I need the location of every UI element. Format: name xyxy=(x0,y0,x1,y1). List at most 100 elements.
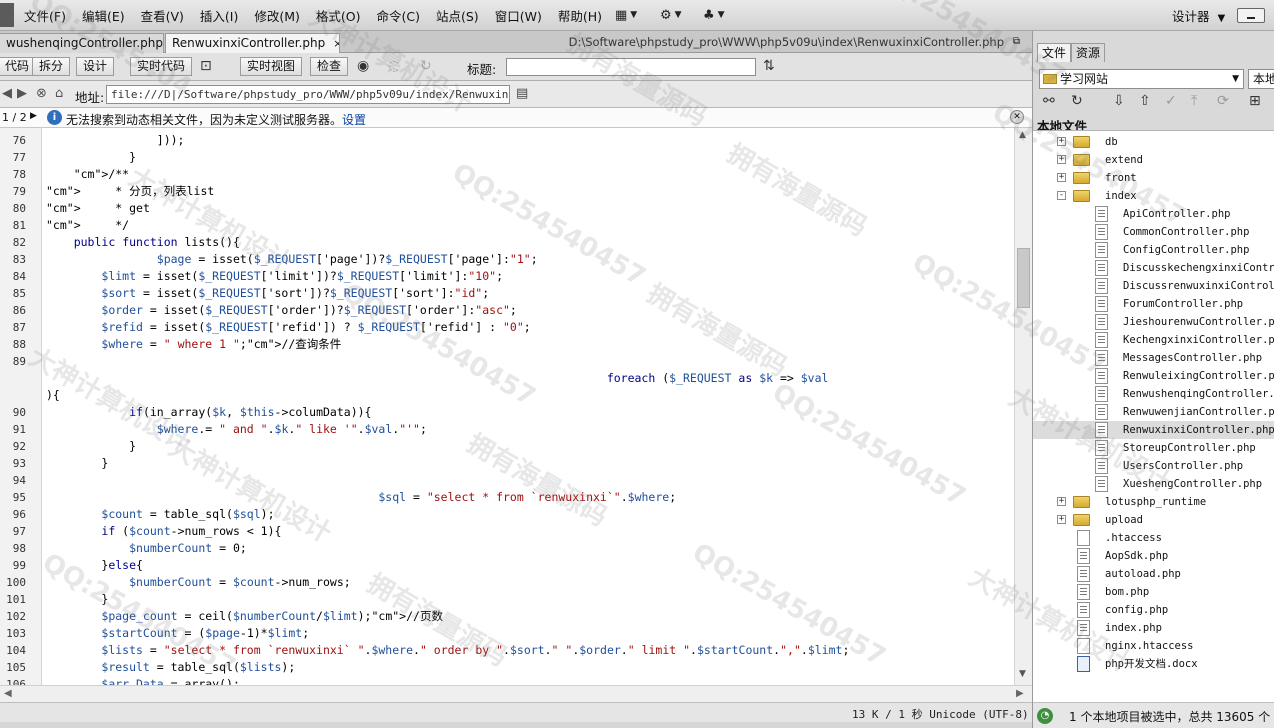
tree-file[interactable]: config.php xyxy=(1033,601,1274,619)
menu-insert[interactable]: 插入(I) xyxy=(200,6,238,25)
live-view-button[interactable]: 实时视图 xyxy=(240,57,303,76)
tree-file[interactable]: UsersController.php xyxy=(1033,457,1274,475)
code-line[interactable]: $numberCount = 0; xyxy=(46,540,247,557)
code-line[interactable]: ])); xyxy=(46,132,185,149)
code-line[interactable]: $arr_Data = array(); xyxy=(46,676,239,685)
code-line[interactable]: $page = isset($_REQUEST['page'])?$_REQUE… xyxy=(46,251,538,268)
expand-icon[interactable]: + xyxy=(1057,155,1066,164)
tab-assets[interactable]: 资源 xyxy=(1071,43,1106,62)
close-icon[interactable]: × xyxy=(333,37,339,50)
code-line[interactable]: public function lists(){ xyxy=(46,234,240,251)
site-menu-button[interactable]: ♣ ▼ xyxy=(703,5,725,25)
tree-file[interactable]: StoreupController.php xyxy=(1033,439,1274,457)
code-line[interactable]: $numberCount = $count->num_rows; xyxy=(46,574,351,591)
inspect-button[interactable]: 检查 xyxy=(310,57,349,76)
title-input[interactable] xyxy=(506,58,756,76)
tree-file[interactable]: RenwushenqingController.php xyxy=(1033,385,1274,403)
address-menu-icon[interactable]: ▤ xyxy=(516,86,528,101)
extend-menu-button[interactable]: ⚙ ▼ xyxy=(660,5,682,25)
tree-folder[interactable]: + upload xyxy=(1033,511,1274,529)
code-line[interactable]: $where.= " and ".$k." like '".$val."'"; xyxy=(46,421,427,438)
tree-file[interactable]: XueshengController.php xyxy=(1033,475,1274,493)
code-line[interactable]: } xyxy=(46,455,108,472)
code-line[interactable]: ){ xyxy=(46,387,60,404)
tab-renwushenqing[interactable]: wushenqingController.php× xyxy=(0,33,164,53)
tree-folder[interactable]: + front xyxy=(1033,169,1274,187)
site-select[interactable]: 学习网站 ▼ xyxy=(1039,69,1244,89)
code-line[interactable]: $result = table_sql($lists); xyxy=(46,659,295,676)
setup-link[interactable]: 设置 xyxy=(342,113,366,127)
code-line[interactable]: $refid = isset($_REQUEST['refid']) ? $_R… xyxy=(46,319,530,336)
tree-file[interactable]: AopSdk.php xyxy=(1033,547,1274,565)
stop-icon[interactable]: ⊗ xyxy=(36,86,47,101)
tree-folder[interactable]: + db xyxy=(1033,133,1274,151)
tree-file[interactable]: index.php xyxy=(1033,619,1274,637)
code-line[interactable]: } xyxy=(46,149,136,166)
code-line[interactable]: $limt = isset($_REQUEST['limit'])?$_REQU… xyxy=(46,268,503,285)
code-line[interactable]: $count = table_sql($sql); xyxy=(46,506,274,523)
tree-file[interactable]: ForumController.php xyxy=(1033,295,1274,313)
menu-edit[interactable]: 编辑(E) xyxy=(82,6,125,25)
menu-view[interactable]: 查看(V) xyxy=(141,6,184,25)
vertical-scrollbar[interactable]: ▲ ▼ xyxy=(1014,128,1032,685)
tree-file[interactable]: ConfigController.php xyxy=(1033,241,1274,259)
code-editor[interactable]: 76 77 78 79 80 81 82 83 84 85 86 87 88 89 90 91 92 93 94 95… xyxy=(0,128,1032,685)
code-line[interactable]: $startCount = ($page-1)*$limt; xyxy=(46,625,309,642)
view-select[interactable]: 本地视图 xyxy=(1248,69,1274,89)
expand-icon[interactable]: + xyxy=(1057,173,1066,182)
code-line[interactable]: "cm"> * 分页，列表list xyxy=(46,183,214,200)
menu-file[interactable]: 文件(F) xyxy=(24,6,66,25)
tree-file[interactable]: DiscussrenwuxinxiController xyxy=(1033,277,1274,295)
tree-file[interactable]: RenwuxinxiController.php xyxy=(1033,421,1274,439)
menu-modify[interactable]: 修改(M) xyxy=(254,6,300,25)
tab-renwuxinxi[interactable]: RenwuxinxiController.php × xyxy=(165,33,340,53)
design-view-button[interactable]: 设计 xyxy=(76,57,115,76)
menu-format[interactable]: 格式(O) xyxy=(316,6,361,25)
scroll-left-icon[interactable]: ◀ xyxy=(4,688,12,699)
next-icon[interactable]: ▶ xyxy=(30,111,37,121)
tree-file[interactable]: .htaccess xyxy=(1033,529,1274,547)
tree-file[interactable]: CommonController.php xyxy=(1033,223,1274,241)
tree-file[interactable]: JieshourenwuController.php xyxy=(1033,313,1274,331)
get-files-icon[interactable]: ⇩ xyxy=(1113,93,1125,109)
address-input[interactable]: file:///D|/Software/phpstudy_pro/WWW/php… xyxy=(106,85,510,104)
restore-icon[interactable]: ⧉ xyxy=(1013,36,1020,47)
code-line[interactable]: $sql = "select * from `renwuxinxi`".$whe… xyxy=(46,489,676,506)
code-area[interactable]: ])); } "cm">/** "cm"> * 分页，列表list "cm"> * … xyxy=(46,128,1014,685)
expand-icon[interactable]: + xyxy=(1057,137,1066,146)
code-line[interactable]: $where = " where 1 ";"cm">//查询条件 xyxy=(46,336,341,353)
menu-commands[interactable]: 命令(C) xyxy=(377,6,420,25)
workspace-switcher[interactable]: 设计器 ▼ xyxy=(1172,6,1225,25)
tree-file[interactable]: php开发文档.docx xyxy=(1033,655,1274,673)
code-line[interactable]: if ($count->num_rows < 1){ xyxy=(46,523,281,540)
code-line[interactable]: foreach ($_REQUEST as $k => $val xyxy=(46,370,829,387)
scroll-thumb[interactable] xyxy=(1017,248,1030,308)
code-line[interactable]: $order = isset($_REQUEST['order'])?$_REQ… xyxy=(46,302,516,319)
menu-help[interactable]: 帮助(H) xyxy=(558,6,602,25)
code-line[interactable]: } xyxy=(46,438,136,455)
split-view-button[interactable]: 拆分 xyxy=(32,57,71,76)
file-compare-icon[interactable]: ⊡ xyxy=(200,58,212,74)
tree-file[interactable]: MessagesController.php xyxy=(1033,349,1274,367)
connect-icon[interactable]: ⚯ xyxy=(1043,93,1055,109)
code-line[interactable]: "cm"> * get xyxy=(46,200,150,217)
code-line[interactable]: "cm"> */ xyxy=(46,217,129,234)
code-line[interactable]: $sort = isset($_REQUEST['sort'])?$_REQUE… xyxy=(46,285,489,302)
expand-icon[interactable]: + xyxy=(1057,515,1066,524)
code-line[interactable]: if(in_array($k, $this->columData)){ xyxy=(46,404,371,421)
collapse-icon[interactable]: - xyxy=(1057,191,1066,200)
put-files-icon[interactable]: ⇧ xyxy=(1139,93,1151,109)
tab-files[interactable]: 文件 xyxy=(1037,43,1072,62)
tree-file[interactable]: DiscusskechengxinxiControlle xyxy=(1033,259,1274,277)
refresh-icon[interactable]: ↻ xyxy=(1071,93,1083,109)
horizontal-scrollbar[interactable]: ◀ ▶ xyxy=(0,685,1032,702)
file-tree[interactable]: + db + extend + front - index ApiController.php C… xyxy=(1033,130,1274,702)
expand-panel-icon[interactable]: ⊞ xyxy=(1249,93,1261,109)
scroll-right-icon[interactable]: ▶ xyxy=(1016,688,1024,699)
code-line[interactable]: $lists = "select * from `renwuxinxi` ".$… xyxy=(46,642,849,659)
tree-file[interactable]: RenwuwenjianController.php xyxy=(1033,403,1274,421)
tree-folder[interactable]: + extend xyxy=(1033,151,1274,169)
tree-folder[interactable]: + lotusphp_runtime xyxy=(1033,493,1274,511)
expand-icon[interactable]: + xyxy=(1057,497,1066,506)
back-icon[interactable]: ◀ xyxy=(2,86,12,101)
